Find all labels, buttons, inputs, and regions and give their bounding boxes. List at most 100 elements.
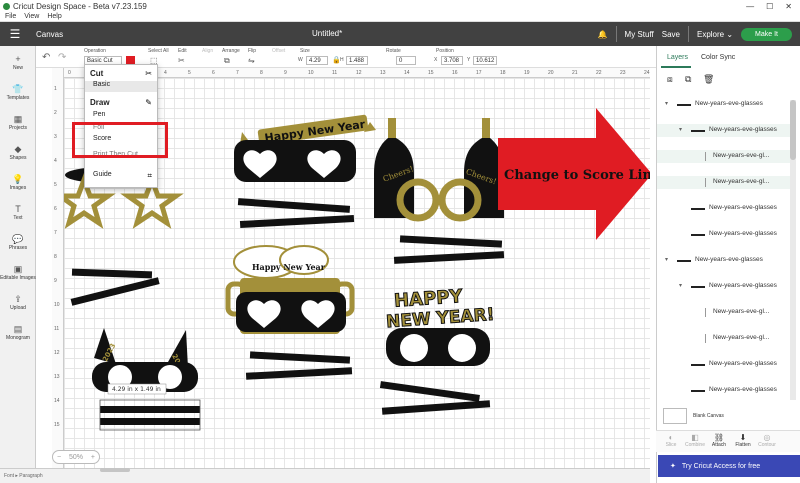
glasses-arms-left[interactable]	[70, 268, 160, 306]
maximize-button[interactable]: ☐	[766, 2, 773, 11]
make-it-button[interactable]: Make It	[741, 27, 792, 41]
combine-icon: ◧	[691, 433, 699, 442]
hamburger-menu-icon[interactable]: ☰	[0, 27, 30, 41]
chevron-down-icon[interactable]: ▾	[679, 282, 682, 289]
cut-header: Cut	[90, 69, 104, 78]
scissors-icon[interactable]: ✂	[178, 56, 185, 65]
y-input[interactable]: 10.612	[473, 56, 497, 65]
ruler-tick-label: 14	[54, 398, 60, 404]
slice-icon: ◐	[668, 433, 674, 442]
sidebar-item-phrases[interactable]: 💬 Phrases	[0, 234, 36, 251]
menu-bar: File View Help	[0, 12, 800, 22]
beer-mug-heart-glasses[interactable]: Happy New Year	[225, 245, 355, 380]
flip-icon[interactable]: ⇋	[248, 56, 255, 65]
redo-icon[interactable]: ↷	[58, 52, 66, 63]
layer-item[interactable]: New-years-eve-glasses	[657, 384, 793, 397]
layer-name: New-years-eve-glasses	[709, 386, 777, 393]
duplicate-icon[interactable]: ⧉	[685, 74, 691, 85]
group-icon[interactable]: ⧈	[667, 74, 673, 85]
menu-item-basic[interactable]: Basic	[85, 81, 157, 92]
menu-file[interactable]: File	[5, 13, 16, 20]
layer-item[interactable]: ▾ New-years-eve-glasses	[657, 254, 793, 267]
layer-item[interactable]: ▾ New-years-eve-glasses	[657, 98, 793, 111]
height-input[interactable]: 1.488	[346, 56, 368, 65]
canvas-horizontal-scrollbar[interactable]	[100, 468, 130, 472]
x-input[interactable]: 3.708	[441, 56, 463, 65]
document-title[interactable]: Untitled*	[312, 29, 342, 38]
layers-scroll-thumb[interactable]	[790, 100, 796, 160]
sidebar-item-templates[interactable]: 👕 Templates	[0, 84, 36, 101]
save-button[interactable]: Save	[662, 30, 680, 39]
draw-header: Draw	[90, 98, 110, 107]
layer-item[interactable]: New-years-eve-gl...	[657, 306, 793, 319]
my-stuff-link[interactable]: My Stuff	[625, 30, 654, 39]
ruler-tick-label: 15	[428, 70, 434, 76]
x-label: X	[434, 57, 438, 63]
ruler-tick-label: 14	[404, 70, 410, 76]
chevron-down-icon[interactable]: ▾	[665, 256, 668, 263]
blank-canvas-label: Blank Canvas	[693, 413, 724, 419]
pen-icon: ✎	[145, 98, 152, 107]
menu-help[interactable]: Help	[47, 13, 61, 20]
tab-layers[interactable]: Layers	[667, 54, 688, 61]
layer-item[interactable]: New-years-eve-glasses	[657, 202, 793, 215]
explore-dropdown[interactable]: Explore ⌄	[697, 30, 733, 39]
layer-thumbnail	[705, 334, 706, 343]
width-input[interactable]: 4.29	[306, 56, 328, 65]
blank-canvas-swatch[interactable]	[663, 408, 687, 424]
layer-item[interactable]: New-years-eve-glasses	[657, 358, 793, 371]
layer-name: New-years-eve-glasses	[709, 360, 777, 367]
layer-item[interactable]: ▾ New-years-eve-glasses	[657, 280, 793, 293]
contour-button[interactable]: ◎ Contour	[756, 433, 778, 448]
sidebar-item-shapes[interactable]: ◆ Shapes	[0, 144, 36, 161]
sidebar-item-projects[interactable]: ▦ Projects	[0, 114, 36, 131]
layer-item[interactable]: New-years-eve-glasses	[657, 228, 793, 241]
layer-item[interactable]: ▾ New-years-eve-glasses	[657, 124, 793, 137]
undo-icon[interactable]: ↶	[42, 52, 50, 63]
flatten-button[interactable]: ⬇ Flatten	[732, 433, 754, 448]
close-window-button[interactable]: ✕	[785, 2, 792, 11]
menu-item-pen[interactable]: Pen	[93, 111, 105, 118]
happy-new-year-text-glasses[interactable]: HAPPY NEW YEAR!	[379, 285, 496, 415]
zoom-out-button[interactable]: −	[57, 454, 61, 461]
layer-item[interactable]: New-years-eve-gl...	[657, 150, 793, 163]
sidebar-item-images[interactable]: 💡 Images	[0, 174, 36, 191]
menu-item-guide[interactable]: Guide	[93, 171, 112, 178]
combine-button[interactable]: ◧ Combine	[684, 433, 706, 448]
left-sidebar: + New 👕 Templates ▦ Projects ◆ Shapes 💡 Images T Te…	[0, 46, 36, 483]
menu-view[interactable]: View	[24, 13, 39, 20]
try-cricut-access-button[interactable]: ✦ Try Cricut Access for free	[658, 455, 800, 477]
sidebar-item-new[interactable]: + New	[0, 54, 36, 71]
canvas-label: Canvas	[36, 29, 64, 39]
cricut-access-icon: ✦	[670, 463, 676, 470]
ruler-tick-label: 8	[54, 254, 57, 260]
sidebar-item-editable-images[interactable]: ▣ Editable Images	[0, 264, 36, 281]
party-hat-2023-glasses[interactable]: 2023 2023 4.29 in x 1.49 in	[92, 328, 201, 431]
sidebar-item-label: Phrases	[8, 245, 28, 251]
width-label: W	[298, 57, 303, 63]
ruler-tick-label: 9	[284, 70, 287, 76]
trash-icon[interactable]: 🗑	[703, 74, 714, 85]
zoom-in-button[interactable]: +	[91, 454, 95, 461]
tab-color-sync[interactable]: Color Sync	[701, 54, 735, 61]
ruler-tick-label: 6	[212, 70, 215, 76]
operation-label: Operation	[84, 48, 106, 54]
arrange-icon[interactable]: ⧉	[224, 56, 230, 66]
ruler-tick-label: 22	[596, 70, 602, 76]
rotate-input[interactable]: 0	[396, 56, 416, 65]
sidebar-item-text[interactable]: T Text	[0, 204, 36, 221]
slice-button[interactable]: ◐ Slice	[660, 433, 682, 448]
edit-label: Edit	[178, 48, 187, 54]
happy-new-year-heart-glasses[interactable]: Happy New Year	[234, 114, 376, 228]
attach-button[interactable]: ⛓ Attach	[708, 433, 730, 448]
sidebar-item-upload[interactable]: ⇪ Upload	[0, 294, 36, 311]
bell-icon[interactable]: 🔔	[598, 30, 608, 39]
layer-item[interactable]: New-years-eve-gl...	[657, 176, 793, 189]
chevron-down-icon[interactable]: ▾	[679, 126, 682, 133]
sidebar-item-monogram[interactable]: ▤ Monogram	[0, 324, 36, 341]
minimize-button[interactable]: —	[746, 2, 754, 11]
layer-item[interactable]: New-years-eve-gl...	[657, 332, 793, 345]
chevron-down-icon[interactable]: ▾	[665, 100, 668, 107]
champagne-bottle-glasses[interactable]: Cheers! Cheers!	[374, 118, 505, 264]
flip-label: Flip	[248, 48, 257, 54]
